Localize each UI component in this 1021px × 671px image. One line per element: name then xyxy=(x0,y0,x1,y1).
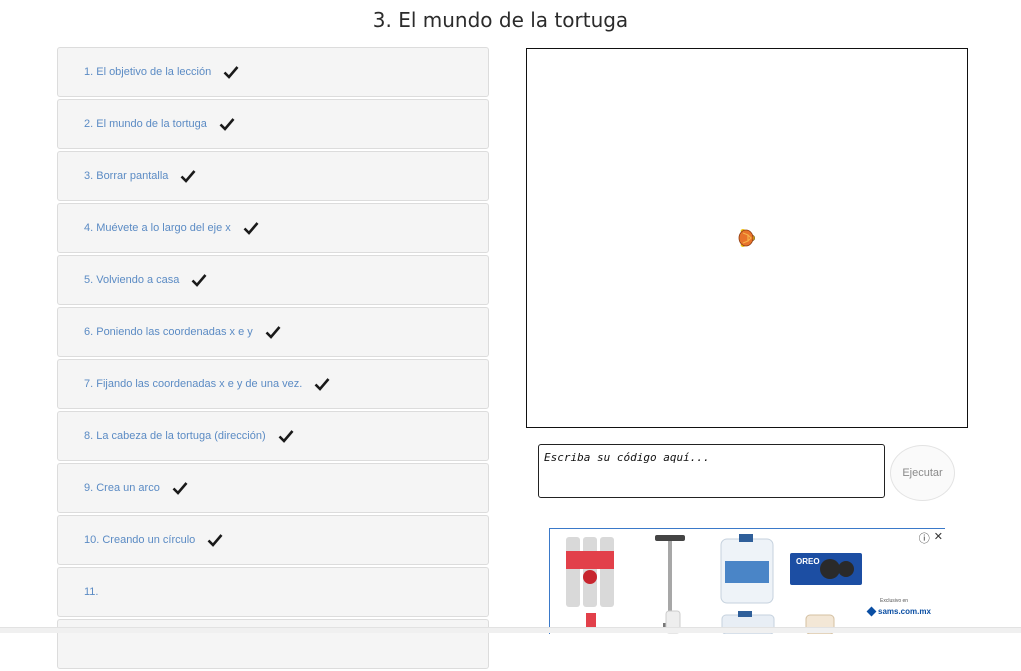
lesson-item[interactable]: 10. Creando un círculo xyxy=(57,515,489,565)
lesson-item[interactable]: 7. Fijando las coordenadas x e y de una … xyxy=(57,359,489,409)
lesson-list: 1. El objetivo de la lección 2. El mundo… xyxy=(57,47,489,671)
checkmark-icon xyxy=(243,222,259,235)
lesson-label: 10. Creando un círculo xyxy=(84,534,196,546)
lesson-label: 5. Volviendo a casa xyxy=(84,274,180,286)
lesson-label: 3. Borrar pantalla xyxy=(84,170,169,182)
checkmark-icon xyxy=(207,534,223,547)
checkmark-icon xyxy=(265,326,281,339)
checkmark-icon xyxy=(180,170,196,183)
checkmark-icon xyxy=(219,118,235,131)
lesson-item[interactable]: 6. Poniendo las coordenadas x e y xyxy=(57,307,489,357)
lesson-label: 6. Poniendo las coordenadas x e y xyxy=(84,326,253,338)
turtle-icon xyxy=(738,229,756,247)
lesson-item[interactable]: 11. xyxy=(57,567,489,617)
lesson-item[interactable]: 3. Borrar pantalla xyxy=(57,151,489,201)
turtle-canvas[interactable] xyxy=(526,48,968,428)
checkmark-icon xyxy=(278,430,294,443)
lesson-item[interactable]: 1. El objetivo de la lección xyxy=(57,47,489,97)
code-input[interactable] xyxy=(538,444,885,498)
retailer-diamond-icon xyxy=(866,606,877,617)
horizontal-scrollbar[interactable] xyxy=(0,627,1021,633)
lesson-item[interactable]: 5. Volviendo a casa xyxy=(57,255,489,305)
advertisement-banner[interactable]: ⓘ ✕ OREO Exclusivo en sams.com.mx xyxy=(549,528,945,634)
checkmark-icon xyxy=(172,482,188,495)
ad-info-icon[interactable]: ⓘ xyxy=(919,530,930,546)
lesson-label: 7. Fijando las coordenadas x e y de una … xyxy=(84,378,303,390)
checkmark-icon xyxy=(191,274,207,287)
retailer-badge: Exclusivo en sams.com.mx xyxy=(866,598,931,620)
ad-close-icon[interactable]: ✕ xyxy=(934,530,943,546)
jug-image xyxy=(720,534,774,604)
ad-controls: ⓘ ✕ xyxy=(919,530,943,546)
checkmark-icon xyxy=(314,378,330,391)
lesson-label: 4. Muévete a lo largo del eje x xyxy=(84,222,231,234)
lesson-item[interactable]: 2. El mundo de la tortuga xyxy=(57,99,489,149)
spray-cans-image xyxy=(566,537,614,629)
lesson-item[interactable]: 8. La cabeza de la tortuga (dirección) xyxy=(57,411,489,461)
lesson-label: 11. xyxy=(84,586,99,598)
oreo-brand-label: OREO xyxy=(796,557,820,566)
lesson-label: 2. El mundo de la tortuga xyxy=(84,118,207,130)
lesson-label: 1. El objetivo de la lección xyxy=(84,66,212,78)
retailer-text: sams.com.mx xyxy=(878,606,931,616)
lesson-label: 8. La cabeza de la tortuga (dirección) xyxy=(84,430,266,442)
page-title: 3. El mundo de la tortuga xyxy=(372,8,629,32)
run-button[interactable]: Ejecutar xyxy=(890,445,955,501)
lesson-label: 9. Crea un arco xyxy=(84,482,160,494)
lesson-item[interactable]: 4. Muévete a lo largo del eje x xyxy=(57,203,489,253)
retailer-subtext: Exclusivo en xyxy=(880,598,909,604)
checkmark-icon xyxy=(223,66,239,79)
lesson-item[interactable]: 9. Crea un arco xyxy=(57,463,489,513)
